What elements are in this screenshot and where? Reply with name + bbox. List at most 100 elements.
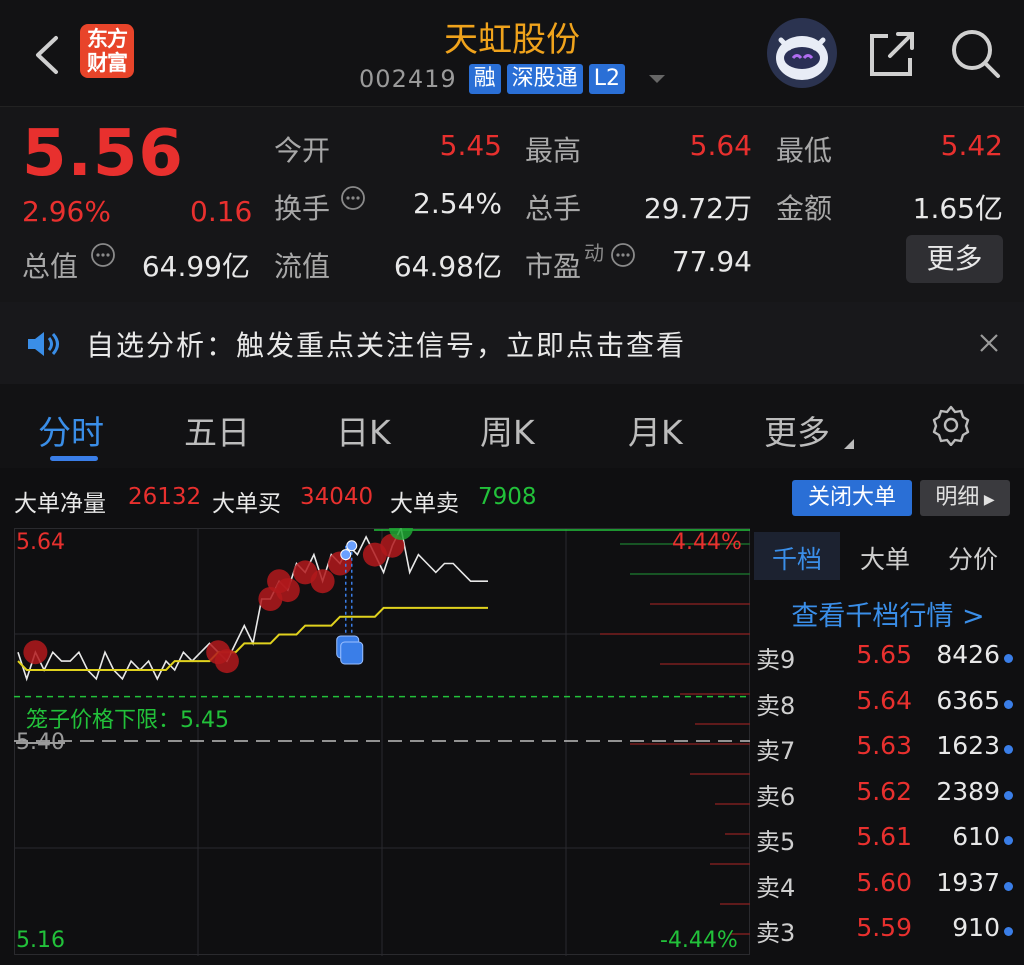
order-book-panel: 千档 大单 分价 查看千档行情 > 卖9 5.65 8426 卖8 5.64 6365 卖7…: [752, 528, 1024, 965]
level-label: 卖4: [756, 873, 796, 902]
average-line: [17, 606, 488, 671]
active-tab-indicator: [50, 456, 98, 461]
order-book-row[interactable]: 卖8 5.64 6365: [752, 686, 1024, 731]
logo-line1: 东方: [87, 27, 128, 51]
order-book-row[interactable]: 卖7 5.63 1623: [752, 731, 1024, 776]
big-order-marker: [275, 578, 300, 603]
net-volume-value: 26132: [128, 484, 202, 510]
tag-level2: L2: [588, 64, 625, 94]
big-sell-value: 7908: [478, 484, 537, 510]
notice-bar[interactable]: 自选分析：触发重点关注信号，立即点击查看: [0, 302, 1024, 384]
total-value: 64.99亿: [141, 250, 250, 283]
level-volume: 910: [952, 913, 1000, 942]
stock-name[interactable]: 天虹股份: [300, 12, 724, 61]
volume-label: 总手: [525, 192, 582, 225]
y-min-label: 5.16: [16, 928, 65, 953]
dot-icon: [1004, 699, 1013, 709]
level-volume: 6365: [936, 685, 1000, 715]
float-value-label: 流值: [274, 250, 331, 283]
open-label: 今开: [274, 134, 331, 167]
tab-five-day[interactable]: 五日: [184, 406, 250, 454]
pe-value: 77.94: [671, 245, 752, 278]
intraday-chart[interactable]: 5.64 5.16 4.44% -4.44% 5.40 笼子价格下限：5.45: [14, 516, 750, 956]
level-price: 5.59: [856, 913, 912, 942]
search-icon[interactable]: [948, 26, 1002, 80]
tab-big-order[interactable]: 大单: [860, 540, 910, 576]
high-label: 最高: [525, 134, 582, 167]
price-line: [17, 525, 488, 682]
tag-connect: 深股通: [506, 64, 583, 94]
turnover-value: 2.54%: [413, 187, 502, 220]
order-book-row[interactable]: 卖4 5.60 1937: [752, 868, 1024, 913]
notice-text[interactable]: 自选分析：触发重点关注信号，立即点击查看: [86, 324, 686, 364]
dot-icon: [1004, 927, 1013, 936]
big-order-marker: [310, 569, 335, 594]
sell-signal-icon: [340, 641, 364, 665]
info-icon[interactable]: [90, 242, 116, 272]
level-price: 5.65: [856, 640, 912, 669]
info-icon[interactable]: [610, 242, 636, 272]
dot-icon: [1004, 881, 1013, 891]
dot-icon: [1004, 745, 1013, 754]
assistant-avatar[interactable]: [767, 18, 837, 88]
quote-panel: 5.56 2.96% 0.16 今开 5.45 最高 5.64 最低 5.42 …: [0, 106, 1024, 302]
pe-label: 市盈: [525, 250, 582, 283]
big-order-marker: [23, 640, 48, 665]
share-icon[interactable]: [866, 26, 920, 80]
order-book-row[interactable]: 卖5 5.61 610: [752, 822, 1024, 867]
close-icon[interactable]: [978, 332, 1000, 358]
level-label: 卖9: [756, 646, 796, 674]
top-bar: 东方 财富 天虹股份 002419 融 深股通 L2: [0, 0, 1024, 106]
low-value: 5.42: [940, 129, 1003, 162]
detail-label: 明细: [935, 485, 980, 510]
level-price: 5.60: [856, 867, 912, 897]
order-book-row[interactable]: 卖3 5.59 910: [752, 913, 1024, 958]
tab-weekly-k[interactable]: 周K: [480, 406, 535, 454]
settings-gear-icon[interactable]: [930, 404, 972, 450]
dot-icon: [1004, 790, 1013, 800]
net-volume-label: 大单净量: [14, 491, 106, 517]
pe-sup: 动: [584, 241, 604, 265]
order-book-tabs: 千档 大单 分价: [752, 528, 1024, 582]
chart-svg: [14, 516, 750, 956]
big-buy-label: 大单买: [212, 491, 281, 517]
chevron-down-icon[interactable]: [648, 75, 665, 83]
stock-code: 002419: [359, 65, 457, 93]
order-book-row[interactable]: 卖9 5.65 8426: [752, 640, 1024, 685]
tab-price-dist[interactable]: 分价: [948, 540, 998, 576]
level-volume: 2389: [936, 776, 1000, 806]
tab-more[interactable]: 更多: [764, 406, 830, 454]
tab-monthly-k[interactable]: 月K: [628, 406, 683, 454]
view-depth-link[interactable]: 查看千档行情 >: [752, 594, 1024, 633]
turnover-label: 换手: [274, 192, 331, 225]
limit-label: 笼子价格下限：5.45: [26, 708, 229, 733]
level-price: 5.64: [856, 685, 912, 715]
order-book-row[interactable]: 卖6 5.62 2389: [752, 777, 1024, 822]
change-percent: 2.96%: [22, 195, 111, 228]
tab-depth[interactable]: 千档: [772, 540, 822, 576]
big-sell-label: 大单卖: [390, 491, 459, 517]
tag-margin: 融: [468, 64, 501, 94]
detail-button[interactable]: 明细 ▶: [920, 480, 1010, 516]
open-value: 5.45: [439, 129, 502, 162]
caret-right-icon: ▶: [979, 492, 995, 508]
dot-icon: [1004, 836, 1013, 845]
low-label: 最低: [776, 134, 833, 167]
amount-value: 1.65亿: [912, 192, 1003, 225]
more-button[interactable]: 更多: [906, 235, 1003, 283]
level-label: 卖5: [756, 828, 796, 856]
signal-dot: [346, 540, 358, 552]
info-icon[interactable]: [340, 185, 366, 215]
tab-intraday[interactable]: 分时: [38, 406, 104, 454]
level-price: 5.61: [856, 822, 912, 851]
period-tabs: 分时 五日 日K 周K 月K 更多: [0, 384, 1024, 468]
level-label: 卖7: [756, 737, 796, 765]
level-volume: 1937: [936, 867, 1000, 897]
last-price: 5.56: [22, 117, 184, 191]
close-big-order-button[interactable]: 关闭大单: [792, 480, 912, 516]
level-label: 卖8: [756, 691, 796, 720]
level-price: 5.62: [856, 776, 912, 806]
tab-daily-k[interactable]: 日K: [336, 406, 391, 454]
speaker-icon: [26, 330, 60, 362]
level-volume: 1623: [936, 731, 1000, 760]
